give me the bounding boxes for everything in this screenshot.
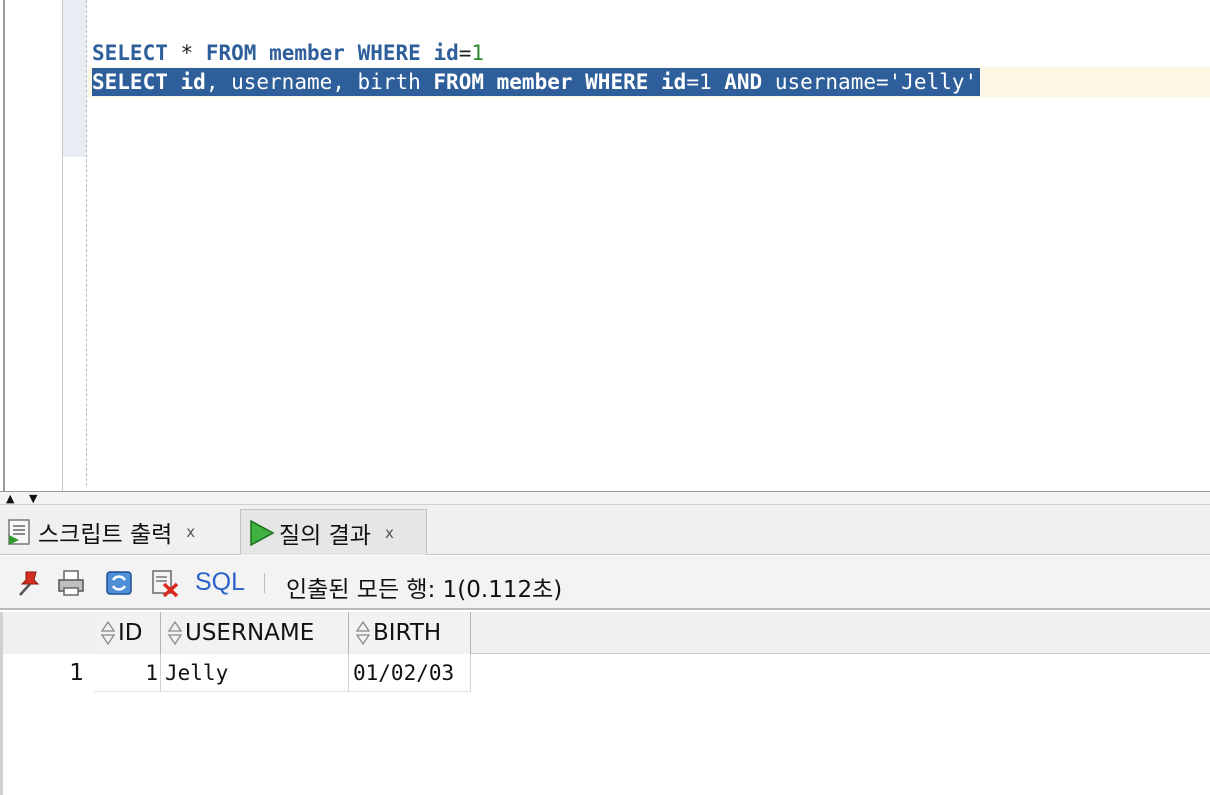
table-cell-id[interactable]: 1 [94, 654, 161, 692]
code-token: WHERE [585, 70, 649, 94]
script-output-icon [6, 517, 34, 547]
collapse-down-icon[interactable]: ▼ [29, 493, 37, 504]
code-token: username='Jelly' [762, 70, 978, 94]
grid-header: ID USERNAME BIRTH [3, 612, 1210, 654]
code-token: * [180, 41, 194, 65]
code-token: AND [724, 70, 763, 94]
code-token: FROM [205, 41, 257, 65]
run-query-icon [247, 518, 275, 548]
print-icon[interactable] [56, 568, 86, 598]
code-token: id [661, 70, 687, 94]
collapse-up-icon[interactable]: ▲ [6, 493, 14, 504]
row-number-header [3, 612, 94, 654]
refresh-icon[interactable] [104, 568, 134, 598]
table-cell-username[interactable]: Jelly [161, 654, 349, 692]
cancel-query-icon[interactable] [150, 568, 180, 598]
close-icon[interactable]: x [385, 524, 394, 542]
column-header-id[interactable]: ID [94, 612, 161, 654]
tab-query-result[interactable]: 질의 결과 x [240, 509, 427, 555]
code-token: id [433, 41, 459, 65]
line-number-gutter [5, 0, 63, 491]
row-number[interactable]: 1 [3, 654, 94, 692]
pin-icon[interactable] [14, 568, 44, 598]
fold-guide-line [86, 0, 87, 486]
pane-splitter[interactable]: ▲ ▼ [0, 491, 1210, 505]
tab-script-output-label: 스크립트 출력 [38, 522, 173, 548]
code-token: 1 [471, 41, 485, 65]
code-token: FROM [433, 70, 484, 94]
table-cell-birth[interactable]: 01/02/03 [349, 654, 471, 692]
column-header-username[interactable]: USERNAME [161, 612, 349, 654]
code-token: SELECT [92, 70, 168, 94]
code-token: member [496, 70, 573, 94]
column-header-label: ID [118, 620, 143, 646]
code-token: , [205, 70, 219, 94]
sql-button[interactable]: SQL [195, 568, 245, 597]
column-header-label: BIRTH [373, 620, 442, 646]
code-token: = [458, 41, 472, 65]
result-toolbar: SQL 인출된 모든 행: 1(0.112초) [0, 556, 1210, 610]
sql-editor[interactable]: SELECT * FROM member WHERE id=1 SELECT i… [0, 0, 1210, 491]
code-line-1[interactable]: SELECT * FROM member WHERE id=1 [92, 39, 484, 67]
sort-icon[interactable] [100, 620, 116, 646]
column-header-label: USERNAME [185, 620, 315, 646]
toolbar-separator [264, 573, 265, 593]
code-token: =1 [686, 70, 725, 94]
close-icon[interactable]: x [186, 523, 195, 541]
code-token: WHERE [357, 41, 421, 65]
fold-gutter-highlight [63, 0, 86, 157]
fetch-status-text: 인출된 모든 행: 1(0.112초) [286, 577, 563, 603]
code-token: username, birth [218, 70, 434, 94]
code-line-2-selected[interactable]: SELECT id, username, birth FROM member W… [92, 68, 981, 96]
tab-query-result-label: 질의 결과 [279, 522, 371, 549]
result-grid[interactable]: ID USERNAME BIRTH 1 1 Jelly 01/02/03 [0, 612, 1210, 795]
sort-icon[interactable] [167, 620, 183, 646]
sort-icon[interactable] [355, 620, 371, 646]
column-header-birth[interactable]: BIRTH [349, 612, 471, 654]
output-tab-bar: 스크립트 출력 x 질의 결과 x [0, 505, 1210, 555]
tab-script-output[interactable]: 스크립트 출력 x [6, 509, 236, 555]
code-token: id [180, 70, 206, 94]
code-token: SELECT [92, 41, 168, 65]
code-token: member [269, 41, 345, 65]
